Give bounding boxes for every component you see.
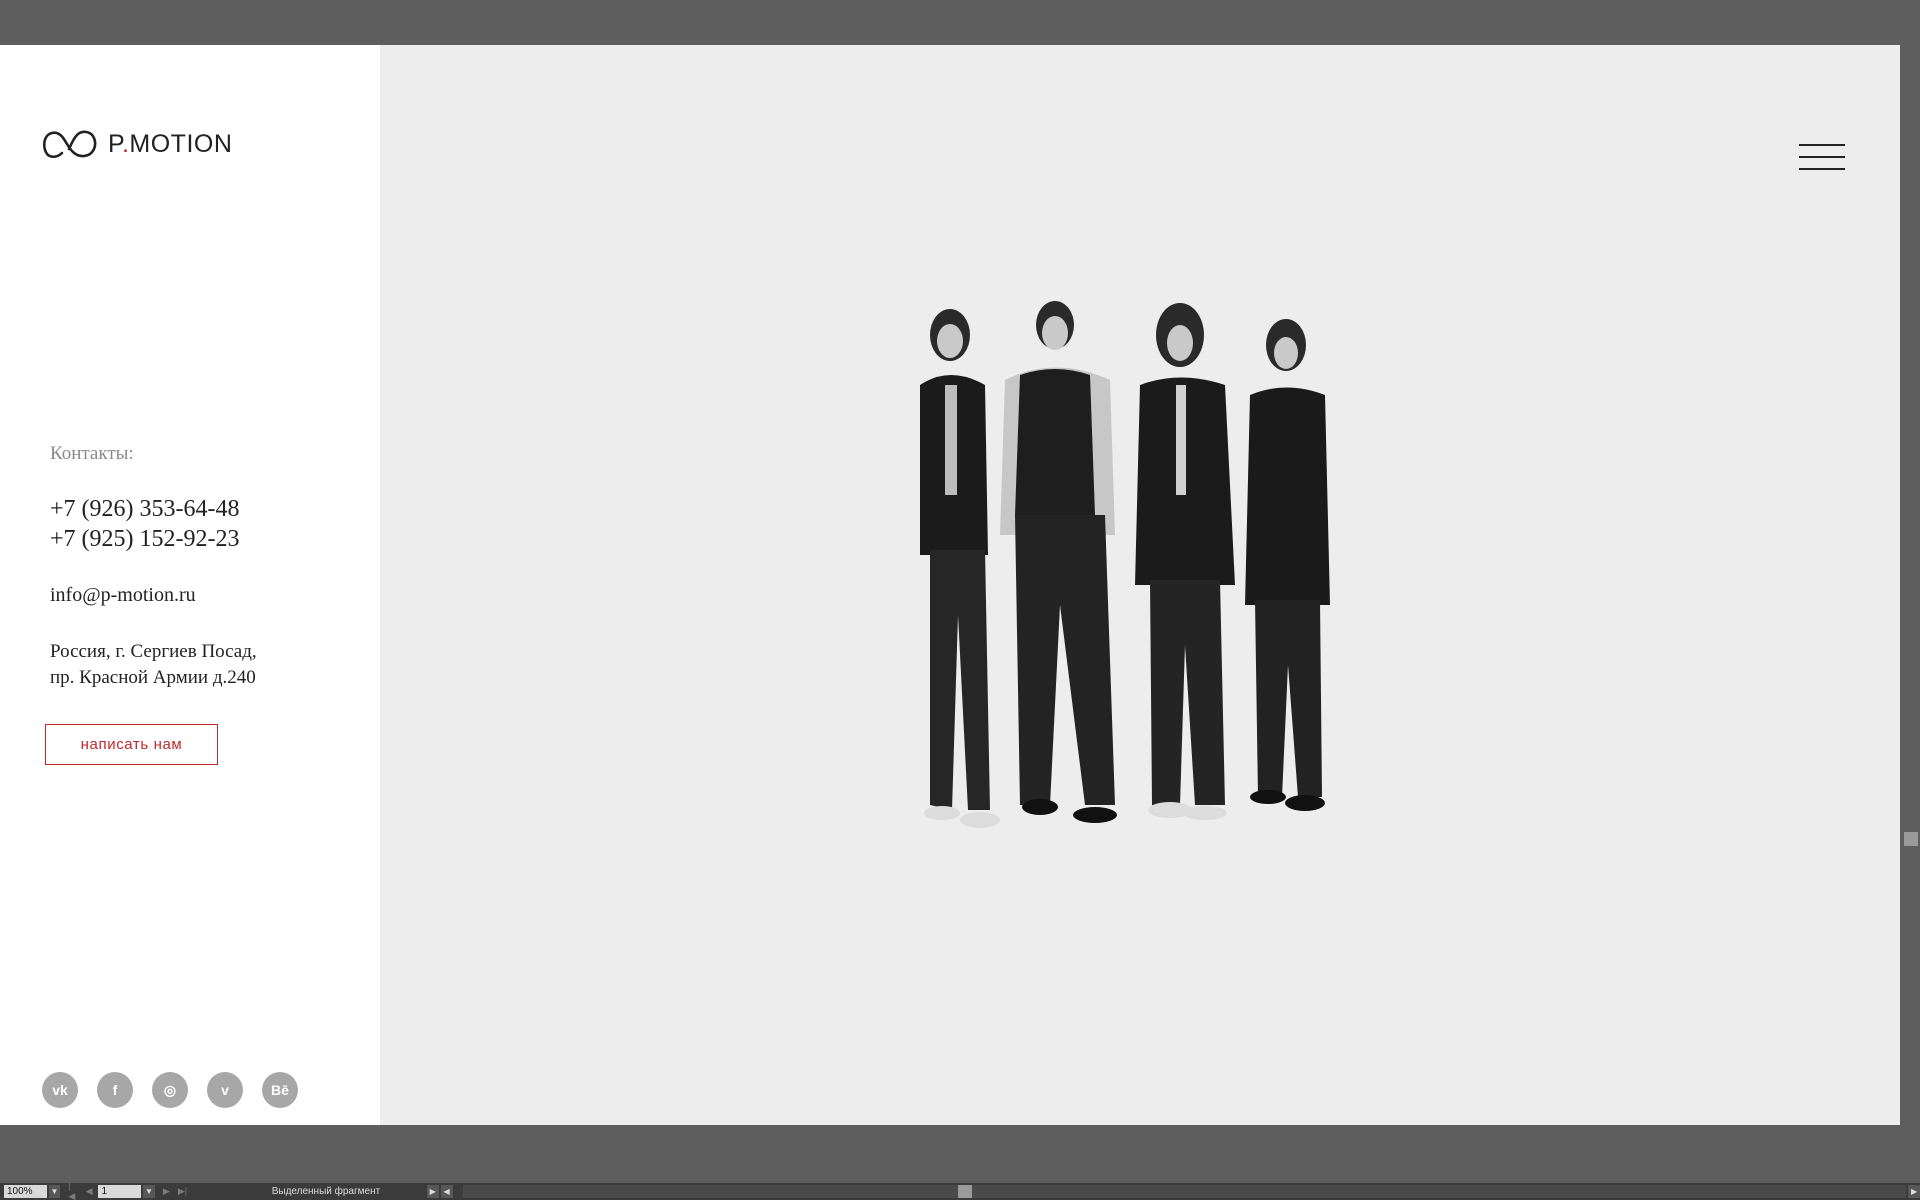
address-line: пр. Красной Армии д.240 — [50, 667, 256, 688]
scrollbar-thumb[interactable] — [1904, 832, 1918, 846]
phone-number[interactable]: +7 (926) 353-64-48 — [50, 494, 240, 524]
logo[interactable]: P.MOTION — [42, 129, 232, 159]
status-menu-icon[interactable]: ▶ — [426, 1185, 439, 1198]
band-photo — [890, 285, 1370, 885]
behance-icon[interactable]: Bē — [262, 1072, 298, 1108]
band-photo-illustration — [920, 301, 1330, 828]
prev-page-icon[interactable]: ◀ — [86, 1186, 93, 1197]
first-page-icon[interactable]: |◀ — [68, 1181, 77, 1200]
artboard: P.MOTION Контакты: +7 (926) 353-64-48 +7… — [0, 45, 1900, 1125]
phone-list: +7 (926) 353-64-48 +7 (925) 152-92-23 — [50, 494, 240, 554]
last-page-icon[interactable]: ▶| — [178, 1186, 187, 1197]
scroll-right-icon[interactable]: ▶ — [1908, 1185, 1920, 1198]
vimeo-icon[interactable]: v — [207, 1072, 243, 1108]
main-content — [380, 45, 1900, 1125]
instagram-icon[interactable]: ◎ — [152, 1072, 188, 1108]
status-bar: 100% ▼ |◀ ◀ 1 ▼ ▶ ▶| Выделенный фрагмент… — [0, 1181, 1920, 1200]
zoom-input[interactable]: 100% — [4, 1185, 47, 1198]
person-figure-3 — [1135, 303, 1235, 820]
brand-name: P.MOTION — [108, 129, 233, 158]
status-text: Выделенный фрагмент — [271, 1186, 381, 1197]
vertical-scrollbar[interactable] — [1900, 45, 1920, 1180]
phone-number[interactable]: +7 (925) 152-92-23 — [50, 524, 240, 554]
infinity-logo-icon — [42, 129, 98, 159]
zoom-dropdown-icon[interactable]: ▼ — [48, 1185, 61, 1198]
scroll-left-icon[interactable]: ◀ — [440, 1185, 453, 1198]
address: Россия, г. Сергиев Посад, пр. Красной Ар… — [50, 639, 257, 691]
address-line: Россия, г. Сергиев Посад, — [50, 641, 257, 662]
page-dropdown-icon[interactable]: ▼ — [143, 1185, 155, 1198]
menu-icon[interactable] — [1799, 142, 1845, 172]
next-page-icon[interactable]: ▶ — [163, 1186, 170, 1197]
vk-icon[interactable]: vk — [42, 1072, 78, 1108]
contacts-label: Контакты: — [50, 443, 134, 464]
person-figure-4 — [1245, 319, 1330, 811]
page-input[interactable]: 1 — [98, 1185, 142, 1198]
write-us-button[interactable]: написать нам — [45, 724, 218, 765]
scrollbar-thumb[interactable] — [957, 1185, 972, 1198]
email-link[interactable]: info@p-motion.ru — [50, 584, 196, 607]
person-figure-1 — [920, 309, 1000, 828]
sidebar: P.MOTION Контакты: +7 (926) 353-64-48 +7… — [0, 45, 380, 1125]
person-figure-2 — [1000, 301, 1117, 823]
horizontal-scrollbar[interactable] — [462, 1185, 1907, 1198]
app-window: P.MOTION Контакты: +7 (926) 353-64-48 +7… — [0, 0, 1920, 1200]
social-links: vk f ◎ v Bē — [42, 1072, 298, 1108]
facebook-icon[interactable]: f — [97, 1072, 133, 1108]
